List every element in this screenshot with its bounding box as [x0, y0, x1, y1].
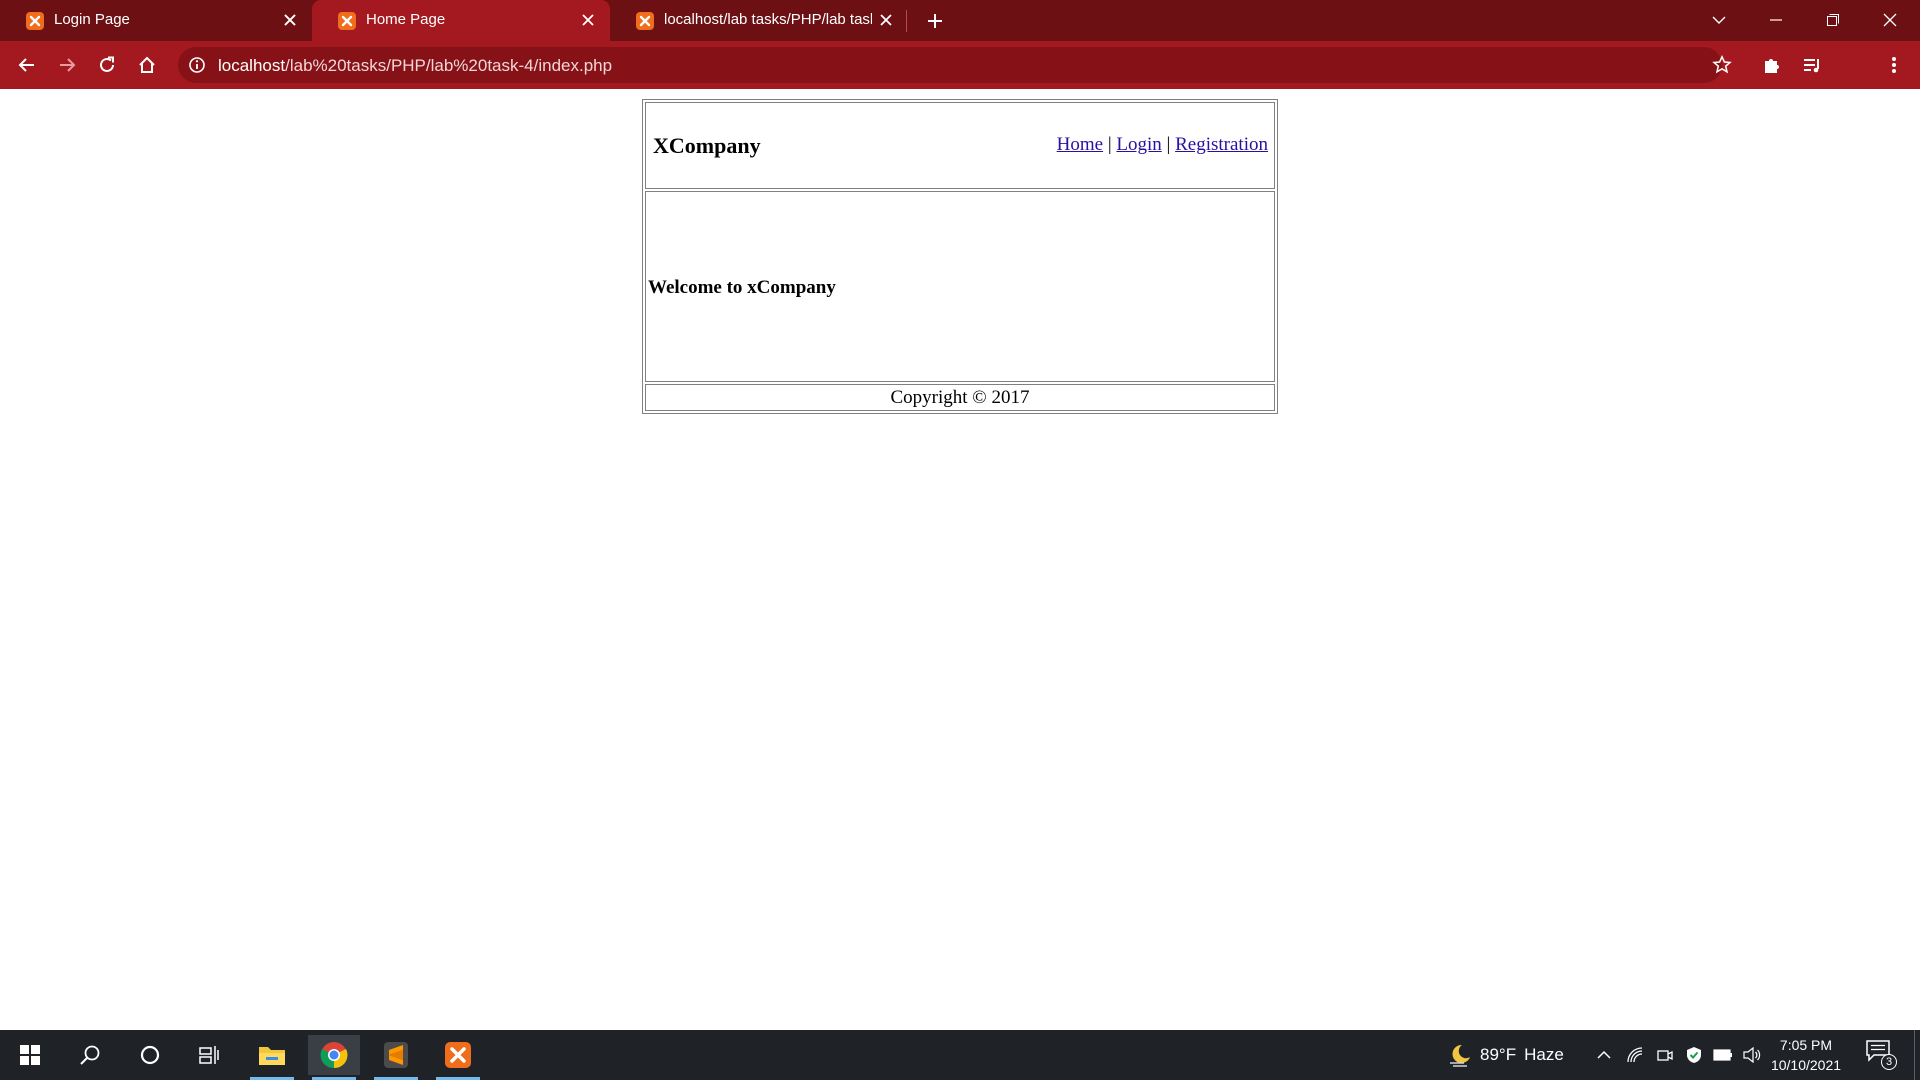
extensions-button[interactable]: [1756, 49, 1788, 81]
footer-cell: Copyright © 2017: [645, 384, 1275, 411]
search-button[interactable]: [64, 1035, 116, 1075]
xampp-favicon-icon: [26, 12, 44, 30]
url-text: localhost/lab%20tasks/PHP/lab%20task-4/i…: [218, 56, 612, 76]
chrome-button[interactable]: [308, 1035, 360, 1080]
media-control-button[interactable]: [1796, 49, 1828, 81]
cortana-icon: [140, 1045, 160, 1065]
nav-login-link[interactable]: Login: [1116, 134, 1161, 155]
weather-temperature: 89°F: [1480, 1045, 1517, 1064]
tab-localhost[interactable]: localhost/lab tasks/PHP/lab task-: [610, 0, 908, 41]
xampp-favicon-icon: [338, 12, 356, 30]
clock-date: 10/10/2021: [1770, 1057, 1842, 1073]
notification-count-badge: 3: [1881, 1054, 1897, 1070]
meet-now-button[interactable]: [1654, 1044, 1676, 1066]
copyright-text: Copyright © 2017: [890, 387, 1030, 408]
url-path: /lab%20tasks/PHP/lab%20task-4/index.php: [285, 56, 613, 75]
home-button[interactable]: [131, 49, 163, 81]
speaker-icon: [1743, 1047, 1761, 1063]
puzzle-icon: [1765, 59, 1779, 73]
tab-close-icon[interactable]: [578, 10, 598, 30]
main-nav: Home | Login | Registration: [1057, 134, 1268, 156]
action-center-button[interactable]: 3: [1866, 1040, 1897, 1070]
tab-title: localhost/lab tasks/PHP/lab task-: [664, 11, 872, 28]
volume-button[interactable]: [1741, 1044, 1763, 1066]
tab-close-icon[interactable]: [280, 10, 300, 30]
cortana-button[interactable]: [124, 1035, 176, 1075]
browser-menu-button[interactable]: [1878, 49, 1910, 81]
header-cell: XCompany Home | Login | Registration: [645, 102, 1275, 189]
tab-search-button[interactable]: [1699, 4, 1739, 36]
playlist-icon: [1804, 59, 1819, 73]
battery-button[interactable]: [1712, 1044, 1734, 1066]
restore-icon: [1827, 14, 1839, 26]
close-window-button[interactable]: [1870, 4, 1910, 36]
minimize-icon: [1770, 19, 1782, 21]
show-desktop-button[interactable]: [1914, 1030, 1915, 1080]
security-button[interactable]: [1683, 1044, 1705, 1066]
forward-button[interactable]: [51, 49, 83, 81]
search-icon: [80, 1045, 100, 1065]
star-icon: [1712, 55, 1732, 74]
tab-title: Home Page: [366, 11, 446, 28]
nav-registration-link[interactable]: Registration: [1175, 134, 1268, 155]
show-hidden-icons-button[interactable]: [1593, 1044, 1615, 1066]
wifi-icon: [1627, 1047, 1643, 1063]
restore-button[interactable]: [1813, 4, 1853, 36]
xampp-icon: [445, 1042, 471, 1068]
back-button[interactable]: [11, 49, 43, 81]
nav-separator: |: [1166, 134, 1171, 155]
tab-login-page[interactable]: Login Page: [0, 0, 296, 41]
task-view-button[interactable]: [184, 1035, 236, 1075]
camera-icon: [1657, 1050, 1673, 1061]
windows-taskbar: 89°F Haze 7:05 PM 10/10/2021 3: [0, 1030, 1920, 1080]
plus-icon: [928, 14, 942, 28]
url-host: localhost: [218, 56, 286, 75]
reload-button[interactable]: [91, 49, 123, 81]
windows-logo-icon: [20, 1045, 40, 1065]
chevron-up-icon: [1597, 1050, 1611, 1059]
close-icon: [1883, 13, 1897, 27]
minimize-button[interactable]: [1756, 4, 1796, 36]
bookmark-button[interactable]: [1706, 49, 1738, 81]
browser-tab-strip: Login Page Home Page localhost/lab tasks…: [0, 0, 1920, 41]
site-info-icon[interactable]: [188, 56, 206, 79]
weather-description: Haze: [1524, 1045, 1564, 1064]
moon-haze-icon: [1450, 1044, 1470, 1067]
network-button[interactable]: [1624, 1044, 1646, 1066]
chrome-icon: [320, 1042, 348, 1069]
tab-close-icon[interactable]: [876, 10, 896, 30]
clock-time: 7:05 PM: [1779, 1037, 1833, 1053]
task-view-icon: [199, 1046, 219, 1064]
start-button[interactable]: [4, 1035, 56, 1075]
chevron-down-icon: [1712, 16, 1726, 24]
home-icon: [139, 56, 155, 73]
nav-separator: |: [1107, 134, 1112, 155]
file-explorer-button[interactable]: [246, 1035, 298, 1080]
page-viewport: XCompany Home | Login | Registration Wel…: [0, 89, 1920, 1030]
sublime-text-icon: [384, 1042, 408, 1068]
new-tab-button[interactable]: [922, 8, 948, 34]
browser-toolbar: localhost/lab%20tasks/PHP/lab%20task-4/i…: [0, 41, 1920, 120]
arrow-right-icon: [60, 58, 76, 72]
welcome-message: Welcome to xCompany: [648, 277, 836, 298]
company-brand: XCompany: [653, 133, 761, 158]
xampp-button[interactable]: [432, 1035, 484, 1080]
arrow-left-icon: [18, 58, 34, 72]
system-clock[interactable]: 7:05 PM 10/10/2021: [1770, 1035, 1842, 1075]
sublime-text-button[interactable]: [370, 1035, 422, 1080]
xampp-favicon-icon: [636, 12, 654, 30]
battery-icon: [1713, 1049, 1732, 1061]
tab-title: Login Page: [54, 11, 130, 28]
address-bar[interactable]: localhost/lab%20tasks/PHP/lab%20task-4/i…: [178, 47, 1722, 83]
folder-icon: [259, 1047, 285, 1065]
reload-icon: [100, 56, 114, 72]
weather-widget[interactable]: 89°F Haze: [1448, 1043, 1564, 1067]
nav-home-link[interactable]: Home: [1057, 134, 1103, 155]
more-vertical-icon: [1892, 57, 1896, 73]
page-layout-table: XCompany Home | Login | Registration Wel…: [642, 99, 1278, 414]
tab-separator: [906, 10, 907, 32]
shield-icon: [1687, 1047, 1701, 1063]
content-cell: Welcome to xCompany: [645, 191, 1275, 382]
tab-home-page[interactable]: Home Page: [312, 0, 610, 41]
